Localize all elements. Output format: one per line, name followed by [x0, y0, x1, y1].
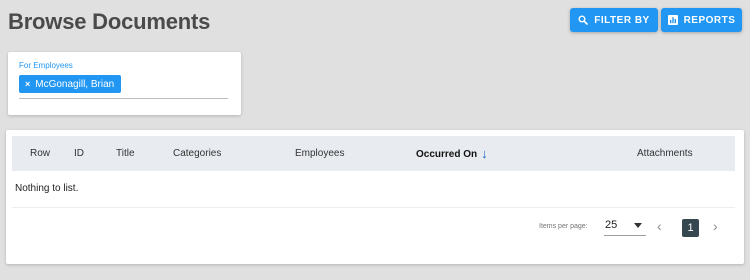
page-title: Browse Documents: [8, 9, 211, 34]
column-header-attachments: Attachments: [637, 148, 693, 159]
reports-label: REPORTS: [683, 14, 736, 26]
column-header-occurred-on[interactable]: Occurred On ↓: [416, 136, 488, 171]
previous-page-button[interactable]: ‹: [657, 218, 662, 234]
column-header-categories: Categories: [173, 148, 222, 159]
page-1-button[interactable]: 1: [682, 219, 699, 237]
items-per-page-select[interactable]: 25: [604, 214, 646, 236]
filter-label: For Employees: [19, 61, 73, 70]
documents-table-card: Row ID Title Categories Employees Occurr…: [6, 130, 744, 264]
employee-chip-label: McGonagill, Brian: [35, 78, 115, 90]
column-header-id: ID: [74, 148, 84, 159]
column-header-row: Row: [30, 148, 51, 159]
next-page-button[interactable]: ›: [713, 218, 718, 234]
caret-down-icon: [634, 223, 642, 228]
column-header-title: Title: [116, 148, 135, 159]
items-per-page-label: Items per page:: [539, 223, 588, 230]
employee-filter-card: For Employees × McGonagill, Brian: [8, 52, 241, 115]
remove-chip-icon[interactable]: ×: [25, 79, 30, 89]
filter-by-label: FILTER BY: [594, 14, 650, 26]
employee-chip: × McGonagill, Brian: [19, 75, 122, 93]
search-icon: [578, 15, 589, 25]
occurred-on-label: Occurred On: [416, 149, 478, 160]
arrow-down-icon: ↓: [481, 146, 488, 161]
filter-by-button[interactable]: FILTER BY: [570, 8, 658, 32]
reports-button[interactable]: REPORTS: [661, 8, 742, 32]
bar-chart-icon: [667, 15, 678, 25]
empty-message: Nothing to list.: [15, 183, 79, 194]
filter-input-underline[interactable]: [19, 98, 228, 99]
table-header: Row ID Title Categories Employees Occurr…: [12, 136, 735, 171]
column-header-employees: Employees: [295, 148, 345, 159]
divider: [12, 207, 735, 208]
items-per-page-value: 25: [605, 219, 618, 231]
